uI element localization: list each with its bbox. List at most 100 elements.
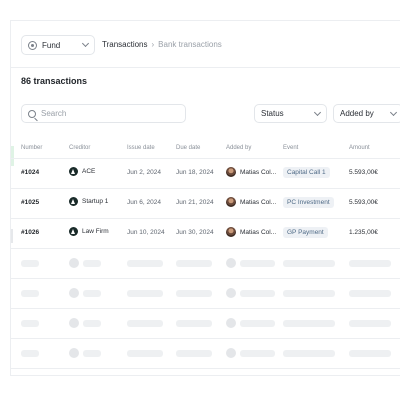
search-input[interactable] — [41, 109, 171, 118]
row-number: #1026 — [21, 229, 40, 236]
skeleton-bar — [176, 350, 212, 357]
skeleton-bar — [240, 290, 275, 297]
skeleton-avatar — [69, 288, 79, 298]
added-by-name: Matias Col... — [240, 228, 277, 236]
skeleton-avatar — [226, 288, 236, 298]
column-amount[interactable]: Amount — [349, 145, 370, 151]
skeleton-bar — [349, 290, 391, 297]
added-by-name: Matias Col... — [240, 168, 277, 176]
avatar — [226, 197, 236, 207]
skeleton-bar — [127, 350, 163, 357]
skeleton-bar — [176, 320, 212, 327]
skeleton-bar — [176, 260, 212, 267]
search-icon — [28, 109, 36, 118]
creditor-name: Law Firm — [82, 228, 109, 235]
skeleton-bar — [283, 290, 335, 297]
column-number[interactable]: Number — [21, 145, 42, 151]
chevron-down-icon — [389, 108, 398, 116]
skeleton-bar — [21, 350, 39, 357]
issue-date: Jun 6, 2024 — [127, 199, 161, 206]
status-filter-label: Status — [261, 109, 284, 118]
issue-date: Jun 2, 2024 — [127, 169, 161, 176]
skeleton-bar — [349, 320, 391, 327]
skeleton-bar — [127, 290, 163, 297]
skeleton-row — [11, 369, 400, 375]
skeleton-avatar — [69, 258, 79, 268]
skeleton-row — [11, 339, 400, 369]
skeleton-bar — [240, 320, 275, 327]
skeleton-bar — [21, 290, 39, 297]
fund-select-label: Fund — [42, 40, 61, 50]
column-creditor[interactable]: Creditor — [69, 145, 90, 151]
creditor-logo-icon — [69, 197, 78, 206]
skeleton-bar — [349, 350, 391, 357]
fund-icon — [28, 40, 37, 50]
skeleton-avatar — [226, 348, 236, 358]
breadcrumb-separator: › — [151, 40, 155, 49]
skeleton-bar — [349, 260, 391, 267]
breadcrumb: Transactions › Bank transactions — [102, 40, 222, 49]
due-date: Jun 18, 2024 — [176, 169, 214, 176]
amount: 5.593,00€ — [349, 169, 378, 176]
avatar — [226, 167, 236, 177]
added-by-name: Matias Col... — [240, 198, 277, 206]
event-badge: GP Payment — [283, 227, 328, 238]
avatar — [226, 227, 236, 237]
skeleton-bar — [283, 320, 335, 327]
skeleton-bar — [283, 260, 335, 267]
skeleton-bar — [240, 260, 275, 267]
amount: 1.235,00€ — [349, 229, 378, 236]
skeleton-row — [11, 309, 400, 339]
skeleton-bar — [176, 290, 212, 297]
skeleton-bar — [83, 290, 101, 297]
chevron-down-icon — [313, 108, 322, 116]
table-header: Number Creditor Issue date Due date Adde… — [11, 139, 400, 159]
page-title: 86 transactions — [21, 76, 88, 86]
search-box[interactable] — [21, 104, 186, 123]
skeleton-bar — [21, 320, 39, 327]
skeleton-bar — [83, 320, 101, 327]
column-added-by[interactable]: Added by — [226, 145, 251, 151]
column-event[interactable]: Event — [283, 145, 298, 151]
skeleton-bar — [83, 260, 101, 267]
skeleton-bar — [127, 320, 163, 327]
added-by-filter-label: Added by — [340, 109, 374, 118]
creditor-name: Startup 1 — [82, 198, 109, 205]
status-filter[interactable]: Status — [254, 104, 327, 123]
skeleton-avatar — [69, 348, 79, 358]
event-badge: Capital Call 1 — [283, 167, 330, 178]
skeleton-avatar — [226, 318, 236, 328]
fund-select[interactable]: Fund — [21, 35, 95, 55]
added-by-cell: Matias Col... — [226, 197, 276, 207]
column-due-date[interactable]: Due date — [176, 145, 200, 151]
added-by-cell: Matias Col... — [226, 227, 276, 237]
top-bar: Fund Transactions › Bank transactions — [11, 21, 400, 68]
due-date: Jun 21, 2024 — [176, 199, 214, 206]
creditor-cell: Law Firm — [69, 227, 109, 236]
breadcrumb-transactions[interactable]: Transactions — [102, 40, 148, 49]
table-row[interactable]: #1026 Law Firm Jun 10, 2024 Jun 30, 2024… — [11, 219, 400, 249]
skeleton-avatar — [226, 258, 236, 268]
table-row[interactable]: #1025 Startup 1 Jun 6, 2024 Jun 21, 2024… — [11, 189, 400, 219]
skeleton-row — [11, 249, 400, 279]
skeleton-bar — [83, 350, 101, 357]
added-by-filter[interactable]: Added by — [333, 104, 400, 123]
skeleton-avatar — [69, 318, 79, 328]
issue-date: Jun 10, 2024 — [127, 229, 165, 236]
creditor-cell: ACE — [69, 167, 95, 176]
added-by-cell: Matias Col... — [226, 167, 276, 177]
row-number: #1025 — [21, 199, 40, 206]
due-date: Jun 30, 2024 — [176, 229, 214, 236]
chevron-down-icon — [81, 39, 90, 48]
column-issue-date[interactable]: Issue date — [127, 145, 155, 151]
breadcrumb-bank-transactions[interactable]: Bank transactions — [158, 40, 222, 49]
creditor-logo-icon — [69, 227, 78, 236]
creditor-name: ACE — [82, 168, 96, 175]
skeleton-bar — [21, 260, 39, 267]
row-number: #1024 — [21, 169, 40, 176]
skeleton-bar — [127, 260, 163, 267]
amount: 5.593,00€ — [349, 199, 378, 206]
skeleton-row — [11, 279, 400, 309]
table-row[interactable]: #1024 ACE Jun 2, 2024 Jun 18, 2024 Matia… — [11, 159, 400, 189]
skeleton-bar — [283, 350, 335, 357]
